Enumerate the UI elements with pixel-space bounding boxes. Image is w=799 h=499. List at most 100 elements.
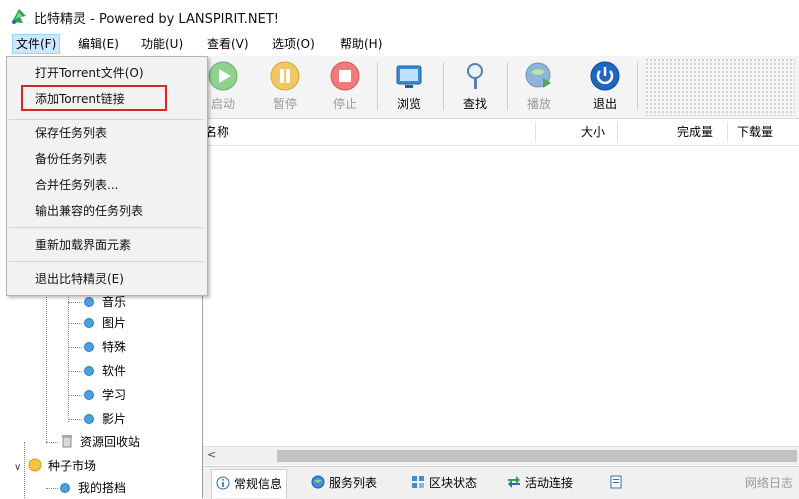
tree-item-recycle-bin[interactable]: 资源回收站 [60,432,140,452]
market-folder-icon [28,458,42,472]
play-media-label: 播放 [526,97,551,111]
expand-chevron-icon[interactable]: ∨ [14,458,24,478]
tree-item-label: 影片 [102,412,127,426]
menu-function[interactable]: 功能(U) [138,35,186,53]
tree-item-label: 学习 [102,388,127,402]
menu-edit[interactable]: 编辑(E) [75,35,122,53]
tree-connector [68,347,82,348]
tree-item-label: 图片 [102,316,127,330]
menu-backup-task-list[interactable]: 备份任务列表 [35,149,107,169]
task-list-header: 名称 大小 完成量 下载量 [203,119,799,146]
toolbar: 启动 暂停 停止 浏览 查找 播放 退出 [205,56,799,119]
menu-separator [9,227,203,228]
play-icon [208,61,238,91]
task-list[interactable] [203,146,799,446]
menu-separator [9,261,203,262]
tab-label: 区块状态 [429,476,478,490]
category-bullet-icon [84,366,94,376]
tree-connector [46,442,58,443]
tab-block-status[interactable]: 区块状态 [407,471,481,495]
exit-button[interactable]: 退出 [577,58,633,116]
browse-label: 浏览 [396,97,421,111]
toolbar-grip [645,58,795,116]
tree-item-label: 种子市场 [48,459,97,473]
menu-options[interactable]: 选项(O) [269,35,318,53]
tree-connector [46,292,47,442]
exit-label: 退出 [592,97,617,111]
tree-item-label: 软件 [102,364,127,378]
tree-item-software[interactable]: 软件 [84,361,126,381]
tab-active-connections[interactable]: 活动连接 [503,471,577,495]
category-bullet-icon [84,414,94,424]
pause-button[interactable]: 暂停 [257,58,313,116]
column-divider[interactable] [535,122,536,142]
search-icon [467,63,483,89]
tree-item-partners[interactable]: 我的搭档 [60,478,126,498]
stop-button[interactable]: 停止 [317,58,373,116]
tree-connector [68,292,69,422]
column-divider[interactable] [617,122,618,142]
tree-item-movies[interactable]: 影片 [84,409,126,429]
menu-separator [9,119,203,120]
recycle-bin-icon [62,435,72,448]
menu-merge-task-list[interactable]: 合并任务列表... [35,175,118,195]
window-title: 比特精灵 - Powered by LANSPIRIT.NET! [34,12,280,27]
tree-item-special[interactable]: 特殊 [84,337,126,357]
highlight-annotation [21,85,167,111]
power-icon [590,61,620,91]
column-divider[interactable] [727,122,728,142]
play-media-button[interactable]: 播放 [511,58,567,116]
find-button[interactable]: 查找 [447,58,503,116]
log-icon [610,475,622,489]
menu-reload-ui-elements[interactable]: 重新加载界面元素 [35,235,131,255]
category-bullet-icon [84,318,94,328]
category-bullet-icon [84,342,94,352]
menu-file[interactable]: 文件(F) [12,34,61,54]
menu-export-compatible-list[interactable]: 输出兼容的任务列表 [35,201,143,221]
tree-connector [46,488,58,489]
blocks-icon [412,476,424,488]
globe-icon [311,475,325,489]
tab-general-info[interactable]: 常规信息 [211,469,288,498]
tab-label: 服务列表 [329,476,378,490]
horizontal-scrollbar[interactable]: < [203,446,799,465]
browse-icon [396,65,422,88]
tab-label: 网络日志 [745,476,794,490]
tree-item-study[interactable]: 学习 [84,385,126,405]
app-logo-icon [12,9,26,24]
column-name[interactable]: 名称 [205,119,229,145]
column-completed[interactable]: 完成量 [677,119,713,145]
tree-item-label: 特殊 [102,340,127,354]
tree-item-pictures[interactable]: 图片 [84,313,126,333]
scroll-left-icon[interactable]: < [207,448,216,461]
stop-label: 停止 [332,97,357,111]
tab-server-list[interactable]: 服务列表 [307,471,381,495]
tab-network-log[interactable]: 网络日志 [605,471,797,495]
column-downloaded[interactable]: 下载量 [737,119,773,145]
tree-item-torrent-market[interactable]: ∨ 种子市场 [14,456,96,476]
menu-bar: 文件(F) 编辑(E) 功能(U) 查看(V) 选项(O) 帮助(H) [0,32,799,56]
menu-exit-app[interactable]: 退出比特精灵(E) [35,269,124,289]
column-size[interactable]: 大小 [581,119,605,145]
scrollbar-thumb[interactable] [277,450,797,462]
pause-icon [270,61,300,91]
tree-connector [68,395,82,396]
tree-item-label: 资源回收站 [80,435,141,449]
file-menu-dropdown: 打开Torrent文件(O) 添加Torrent链接 保存任务列表 备份任务列表… [6,56,208,296]
menu-save-task-list[interactable]: 保存任务列表 [35,123,107,143]
stop-icon [330,61,360,91]
info-icon [216,476,230,490]
category-bullet-icon [84,297,94,307]
tab-label: 活动连接 [525,476,574,490]
title-bar: 比特精灵 - Powered by LANSPIRIT.NET! [0,0,799,32]
menu-open-torrent-file[interactable]: 打开Torrent文件(O) [35,63,144,83]
category-bullet-icon [60,483,70,493]
toolbar-separator [377,62,378,110]
tab-label: 常规信息 [234,477,283,491]
toolbar-separator [443,62,444,110]
browse-button[interactable]: 浏览 [381,58,437,116]
menu-help[interactable]: 帮助(H) [337,35,385,53]
menu-view[interactable]: 查看(V) [204,35,252,53]
toolbar-separator [507,62,508,110]
category-bullet-icon [84,390,94,400]
